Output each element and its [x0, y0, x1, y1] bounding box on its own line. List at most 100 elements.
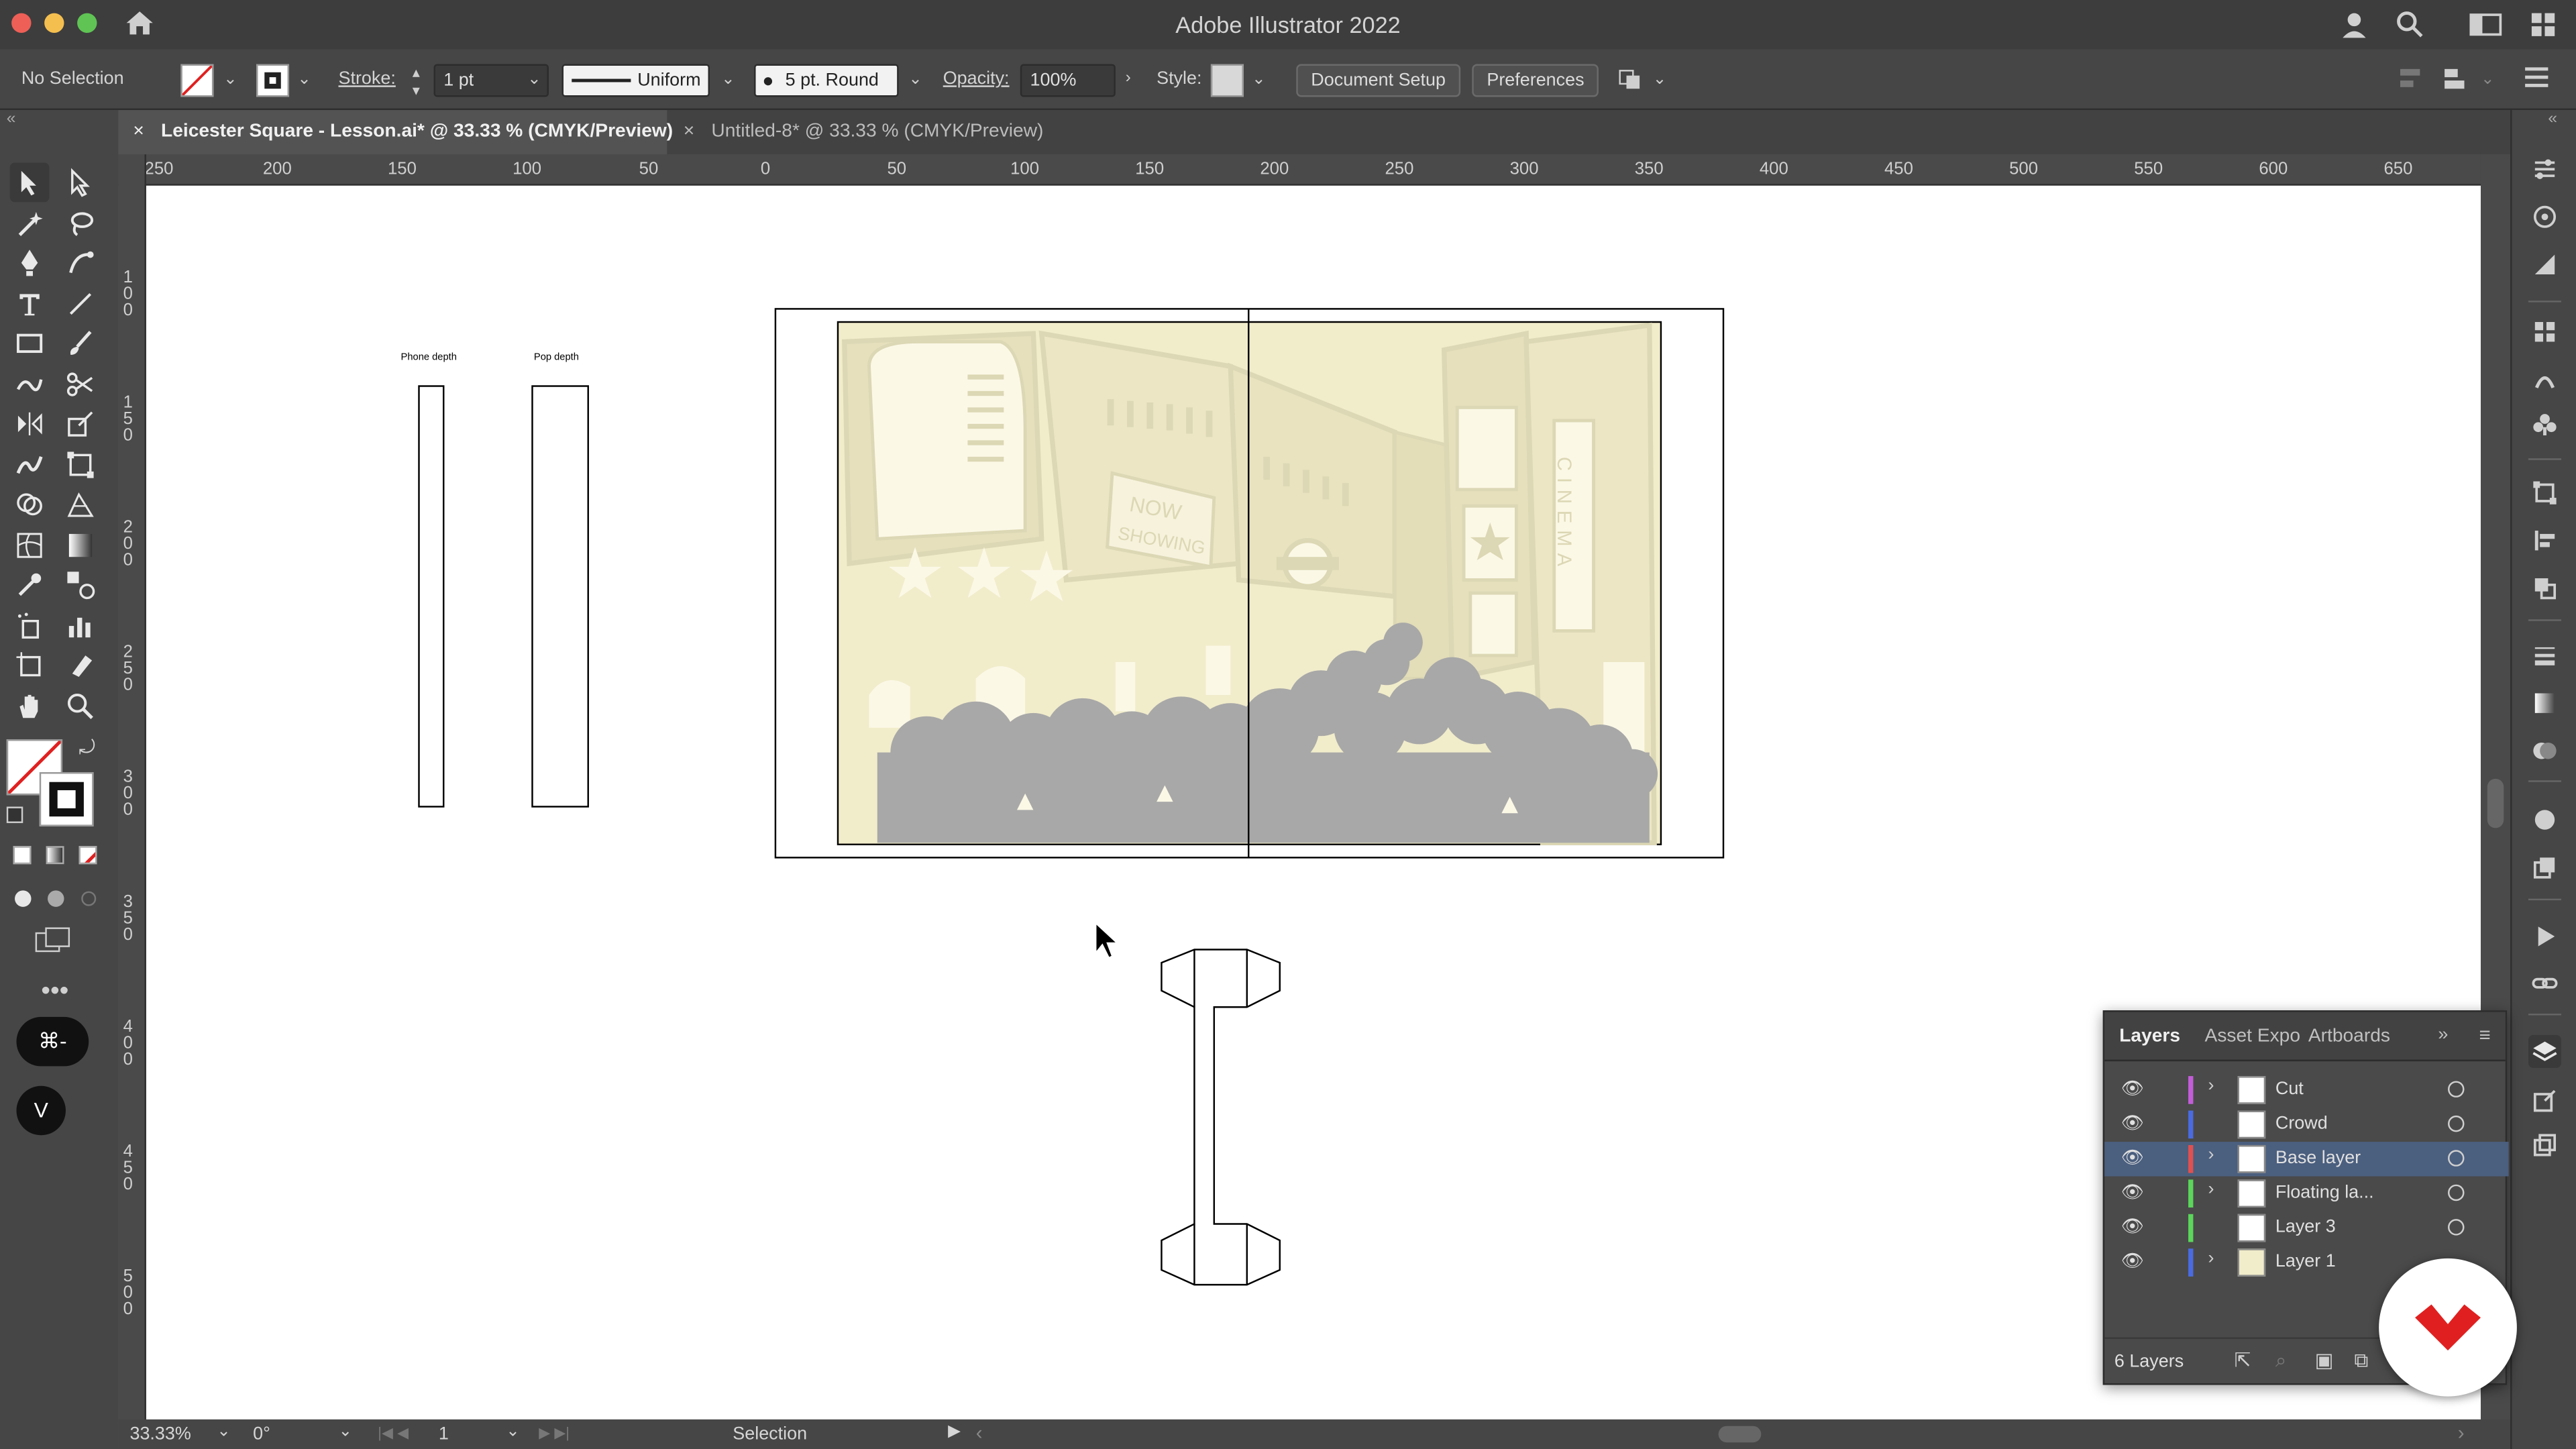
phone-depth-rect[interactable]: [418, 385, 445, 808]
artboard-number[interactable]: 1: [439, 1424, 449, 1444]
close-tab-icon[interactable]: ×: [684, 110, 694, 154]
overlay-logo[interactable]: [2379, 1258, 2517, 1397]
column-graph-tool-icon[interactable]: [61, 606, 101, 646]
chevron-down-icon[interactable]: ⌄: [506, 1423, 520, 1441]
eraser-tool-icon[interactable]: [61, 645, 101, 685]
chevron-down-icon[interactable]: ⌄: [1653, 70, 1667, 89]
panel-menu-icon[interactable]: [2524, 66, 2550, 94]
libraries-icon[interactable]: [2528, 201, 2561, 233]
i-beam-shape[interactable]: [1161, 949, 1281, 1286]
none-mode-icon[interactable]: [78, 846, 97, 865]
chevron-right-icon[interactable]: ›: [1126, 69, 1131, 87]
horizontal-ruler[interactable]: 250 200 150 100 50 0 50 100 150 200 250 …: [144, 154, 2481, 186]
chevron-down-icon[interactable]: ⌄: [1252, 70, 1266, 89]
expand-chevron-icon[interactable]: ›: [2208, 1076, 2214, 1095]
scissors-tool-icon[interactable]: [61, 365, 101, 405]
swatches-icon[interactable]: [2528, 315, 2561, 348]
chevron-down-icon[interactable]: ⌄: [338, 1423, 352, 1441]
rotation-value[interactable]: 0°: [253, 1424, 270, 1444]
export-icon[interactable]: [2528, 1084, 2561, 1117]
clipping-mask-icon[interactable]: ▣: [2315, 1349, 2334, 1372]
pop-depth-rect[interactable]: [531, 385, 589, 808]
scroll-right-icon[interactable]: ›: [2458, 1421, 2465, 1444]
eyedropper-tool-icon[interactable]: [10, 565, 50, 604]
lasso-tool-icon[interactable]: [61, 204, 101, 244]
swatches-library-icon[interactable]: [2528, 248, 2561, 281]
artboard-tool-icon[interactable]: [10, 645, 50, 685]
scrollbar-thumb[interactable]: [2487, 778, 2504, 828]
symbols-icon[interactable]: [2528, 407, 2561, 440]
blend-tool-icon[interactable]: [61, 565, 101, 604]
close-tab-icon[interactable]: ×: [133, 110, 144, 154]
more-tools-icon[interactable]: •••: [41, 977, 68, 1007]
collapse-panel-icon[interactable]: «: [7, 110, 16, 128]
eye-icon[interactable]: 👁: [2121, 1216, 2144, 1237]
paintbrush-tool-icon[interactable]: [61, 323, 101, 363]
transform-panel-icon[interactable]: [2528, 476, 2561, 509]
symbol-sprayer-tool-icon[interactable]: [10, 606, 50, 646]
stepper-icon[interactable]: ▴ ▾: [413, 64, 420, 101]
expand-chevron-icon[interactable]: ›: [2208, 1248, 2214, 1268]
target-icon[interactable]: [2448, 1081, 2465, 1097]
transparency-icon[interactable]: [2528, 735, 2561, 767]
appearance-icon[interactable]: [2528, 804, 2561, 837]
swap-colors-icon[interactable]: ⤾: [79, 736, 95, 761]
pathfinder-icon[interactable]: [2528, 572, 2561, 604]
scroll-left-icon[interactable]: ‹: [976, 1421, 983, 1444]
expand-panels-icon[interactable]: «: [2548, 110, 2557, 128]
expand-chevron-icon[interactable]: ›: [2208, 1179, 2214, 1199]
draw-inside-icon[interactable]: [77, 887, 100, 906]
first-artboard-icon[interactable]: |◀ ◀: [378, 1424, 409, 1442]
links-icon[interactable]: [2528, 966, 2561, 999]
stroke-color-box[interactable]: [39, 772, 94, 826]
layer-row-selected[interactable]: 👁 › Base layer: [2104, 1142, 2509, 1177]
color-mode-icon[interactable]: [13, 846, 32, 865]
chevron-down-icon[interactable]: ⌄: [527, 70, 541, 89]
direct-selection-tool-icon[interactable]: [61, 162, 101, 202]
pen-tool-icon[interactable]: [10, 243, 50, 282]
rectangle-tool-icon[interactable]: [10, 323, 50, 363]
next-artboard-icon[interactable]: ▶ ▶|: [539, 1424, 570, 1442]
gradient-mode-icon[interactable]: [46, 846, 64, 865]
layer-name[interactable]: Crowd: [2275, 1114, 2328, 1133]
stroke-swatch[interactable]: [256, 64, 290, 97]
leicester-square-illustration[interactable]: NOW SHOWING CINEMA: [837, 309, 1662, 858]
properties-icon[interactable]: [2528, 153, 2561, 186]
layers-panel-icon[interactable]: [2528, 1034, 2561, 1068]
layer-row[interactable]: 👁 › Floating la...: [2104, 1176, 2508, 1210]
line-tool-icon[interactable]: [61, 284, 101, 324]
magic-wand-tool-icon[interactable]: [10, 204, 50, 244]
layer-name[interactable]: Floating la...: [2275, 1183, 2374, 1202]
stroke-panel-icon[interactable]: [2528, 639, 2561, 672]
eye-icon[interactable]: 👁: [2121, 1112, 2144, 1133]
screen-mode-icon[interactable]: [34, 926, 74, 953]
chevron-down-icon[interactable]: ⌄: [297, 70, 311, 89]
status-menu-icon[interactable]: ▶: [948, 1423, 961, 1441]
free-transform-tool-icon[interactable]: [61, 445, 101, 485]
layer-name[interactable]: Layer 3: [2275, 1218, 2336, 1237]
warp-tool-icon[interactable]: [10, 445, 50, 485]
workspace-icon[interactable]: [2469, 11, 2502, 46]
target-icon[interactable]: [2448, 1115, 2465, 1132]
document-setup-button[interactable]: Document Setup: [1296, 64, 1461, 97]
type-tool-icon[interactable]: [10, 284, 50, 324]
more-tabs-icon[interactable]: »: [2438, 1025, 2448, 1044]
preferences-button[interactable]: Preferences: [1472, 64, 1599, 97]
eye-icon[interactable]: 👁: [2121, 1250, 2144, 1271]
export-layer-icon[interactable]: ⇱: [2235, 1349, 2251, 1372]
locate-object-icon[interactable]: ⌕: [2275, 1349, 2286, 1374]
eye-icon[interactable]: 👁: [2121, 1181, 2144, 1202]
opacity-field[interactable]: 100%: [1020, 64, 1116, 97]
brushes-icon[interactable]: [2528, 362, 2561, 394]
tab-asset-export[interactable]: Asset Expo: [2205, 1027, 2300, 1046]
graphic-style-swatch[interactable]: [1210, 64, 1244, 97]
shape-builder-tool-icon[interactable]: [10, 484, 50, 524]
target-icon[interactable]: [2448, 1219, 2465, 1236]
layer-name[interactable]: Cut: [2275, 1079, 2304, 1099]
fill-swatch[interactable]: [180, 64, 214, 97]
selection-tool-icon[interactable]: [9, 162, 50, 203]
tab-layers[interactable]: Layers: [2119, 1027, 2180, 1046]
new-sublayer-icon[interactable]: ⧉: [2354, 1349, 2368, 1374]
default-colors-icon[interactable]: [6, 806, 23, 823]
mesh-tool-icon[interactable]: [10, 526, 50, 566]
